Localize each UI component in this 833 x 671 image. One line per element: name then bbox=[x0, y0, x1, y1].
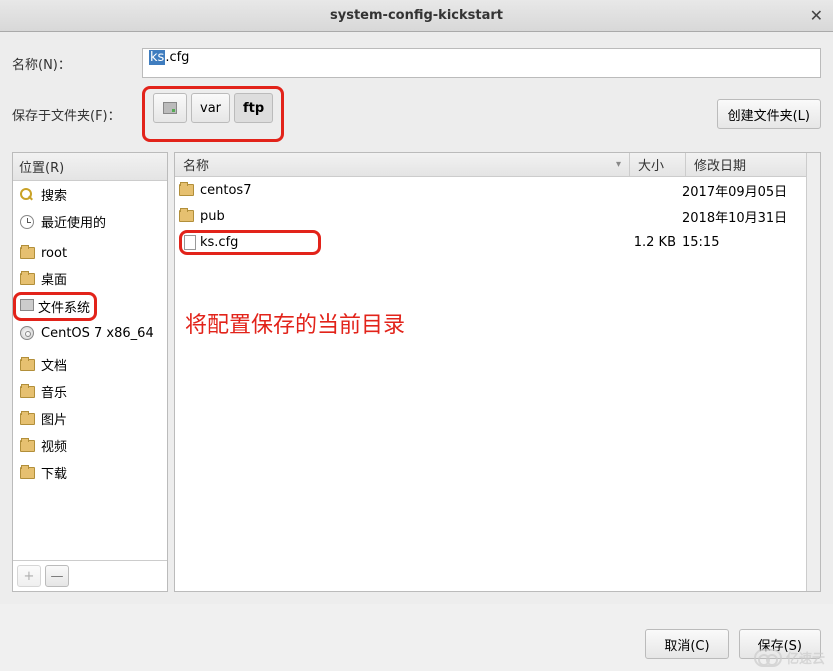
filename-input[interactable]: ks.cfg bbox=[142, 48, 821, 78]
remove-bookmark-button[interactable]: — bbox=[45, 565, 69, 587]
place-pictures[interactable]: 图片 bbox=[13, 405, 167, 432]
folder-icon bbox=[19, 465, 35, 481]
file-list-panel: 名称▾ 大小 修改日期 centos7 2017年09月05日 pub 2018… bbox=[174, 152, 821, 592]
folder-icon bbox=[179, 210, 194, 222]
place-documents[interactable]: 文档 bbox=[13, 351, 167, 378]
drive-icon bbox=[20, 299, 34, 315]
annotation-filesystem-highlight: 文件系统 bbox=[13, 292, 167, 321]
close-icon[interactable]: ✕ bbox=[810, 6, 823, 25]
cancel-button[interactable]: 取消(C) bbox=[645, 629, 728, 659]
annotation-file-highlight: ks.cfg bbox=[179, 230, 321, 255]
filename-rest: .cfg bbox=[165, 50, 189, 65]
file-list-header: 名称▾ 大小 修改日期 bbox=[175, 153, 806, 177]
places-list: 搜索 最近使用的 root 桌面 文件系统 CentOS 7 x86_64 文档… bbox=[13, 181, 167, 560]
filename-selected: ks bbox=[149, 50, 165, 65]
place-root[interactable]: root bbox=[13, 241, 167, 265]
sort-indicator-icon: ▾ bbox=[616, 159, 621, 170]
folder-icon bbox=[19, 245, 35, 261]
place-recent[interactable]: 最近使用的 bbox=[13, 208, 167, 235]
annotation-path-highlight: var ftp bbox=[142, 86, 284, 142]
title-bar: system-config-kickstart ✕ bbox=[0, 0, 833, 32]
path-bar: var ftp bbox=[153, 93, 273, 123]
annotation-text: 将配置保存的当前目录 bbox=[185, 307, 405, 339]
folder-label: 保存于文件夹(F)： bbox=[12, 105, 142, 124]
path-segment-ftp[interactable]: ftp bbox=[234, 93, 273, 123]
folder-icon bbox=[179, 184, 194, 196]
folder-icon bbox=[19, 271, 35, 287]
column-size[interactable]: 大小 bbox=[630, 153, 686, 176]
create-folder-button[interactable]: 创建文件夹(L) bbox=[717, 99, 821, 129]
panes: 位置(R) 搜索 最近使用的 root 桌面 文件系统 CentOS 7 x86… bbox=[12, 152, 821, 592]
places-header: 位置(R) bbox=[13, 153, 167, 181]
column-date[interactable]: 修改日期 bbox=[686, 153, 806, 176]
folder-icon bbox=[19, 438, 35, 454]
search-icon bbox=[19, 187, 35, 203]
column-name[interactable]: 名称▾ bbox=[175, 153, 630, 176]
places-panel: 位置(R) 搜索 最近使用的 root 桌面 文件系统 CentOS 7 x86… bbox=[12, 152, 168, 592]
watermark-icon bbox=[754, 649, 782, 667]
place-videos[interactable]: 视频 bbox=[13, 432, 167, 459]
folder-icon bbox=[19, 411, 35, 427]
path-segment-root[interactable] bbox=[153, 93, 187, 123]
place-music[interactable]: 音乐 bbox=[13, 378, 167, 405]
path-segment-var[interactable]: var bbox=[191, 93, 230, 123]
folder-icon bbox=[19, 384, 35, 400]
filename-row: 名称(N)： ks.cfg bbox=[12, 48, 821, 78]
place-downloads[interactable]: 下载 bbox=[13, 459, 167, 486]
folder-icon bbox=[19, 357, 35, 373]
place-search[interactable]: 搜索 bbox=[13, 181, 167, 208]
file-list-body: centos7 2017年09月05日 pub 2018年10月31日 bbox=[175, 177, 806, 255]
folder-row: 保存于文件夹(F)： var ftp 创建文件夹(L) bbox=[12, 86, 821, 142]
file-row[interactable]: pub 2018年10月31日 bbox=[175, 203, 806, 229]
scrollbar[interactable] bbox=[806, 153, 820, 591]
window-title: system-config-kickstart bbox=[0, 8, 833, 23]
place-centos-disc[interactable]: CentOS 7 x86_64 bbox=[13, 321, 167, 345]
clock-icon bbox=[19, 214, 35, 230]
watermark: 亿速云 bbox=[754, 648, 825, 667]
disc-icon bbox=[19, 325, 35, 341]
drive-icon bbox=[163, 102, 177, 114]
dialog-content: 名称(N)： ks.cfg 保存于文件夹(F)： var ftp 创建文件夹(L… bbox=[0, 32, 833, 604]
add-bookmark-button[interactable]: + bbox=[17, 565, 41, 587]
file-row[interactable]: ks.cfg 1.2 KB 15:15 bbox=[175, 229, 806, 255]
place-desktop[interactable]: 桌面 bbox=[13, 265, 167, 292]
file-icon bbox=[184, 235, 196, 250]
place-filesystem[interactable]: 文件系统 bbox=[38, 297, 90, 316]
filename-label: 名称(N)： bbox=[12, 54, 142, 73]
places-footer: + — bbox=[13, 560, 167, 591]
file-row[interactable]: centos7 2017年09月05日 bbox=[175, 177, 806, 203]
